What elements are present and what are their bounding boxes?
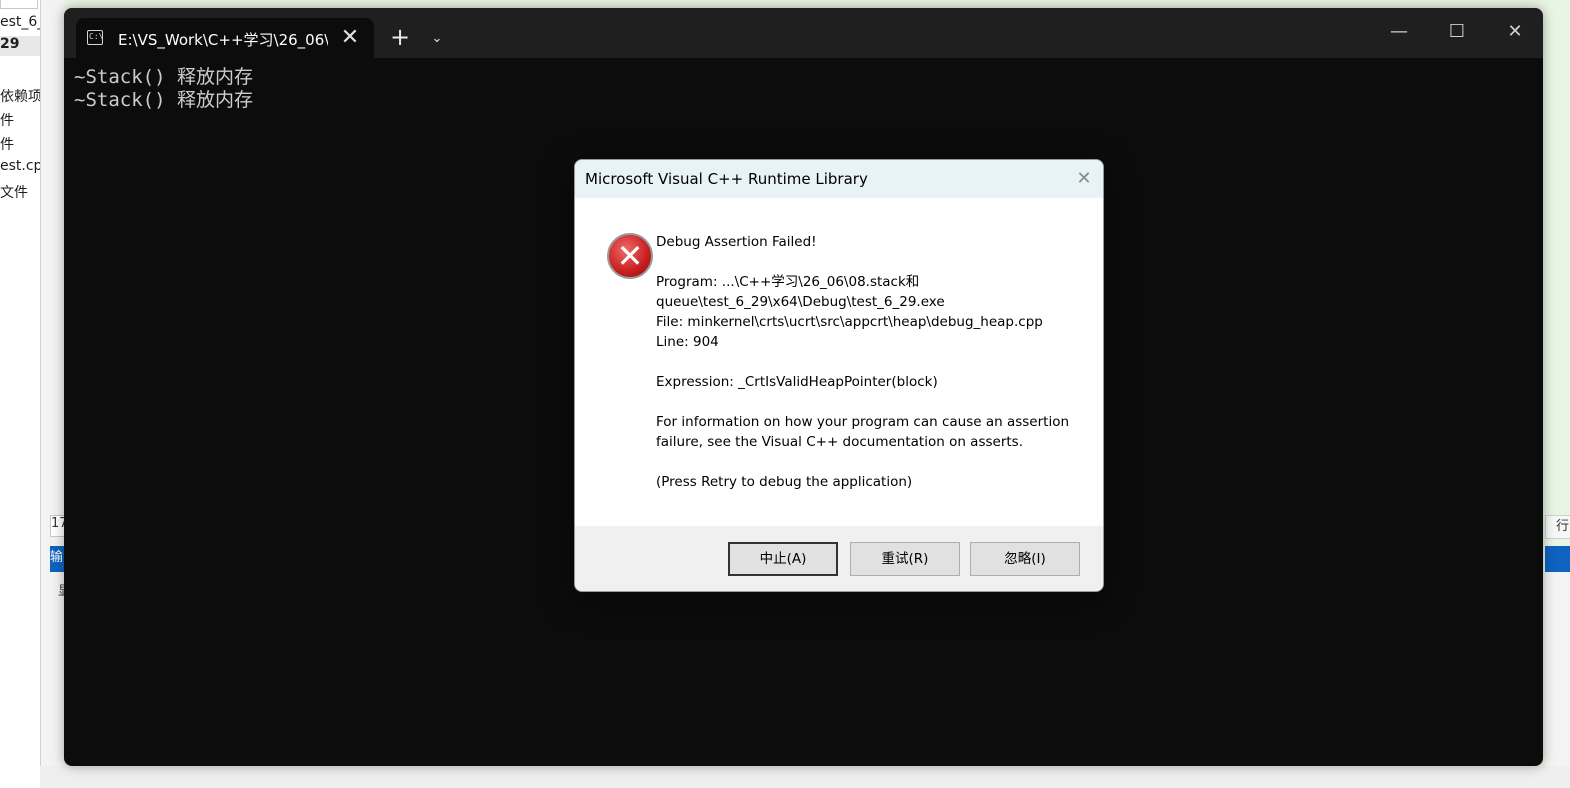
background-gutter: [41, 0, 64, 788]
message-line: Line: 904: [656, 334, 719, 350]
background-right-tab[interactable]: [1545, 546, 1570, 572]
console-icon: C:\: [87, 30, 103, 45]
background-item[interactable]: 依赖项: [0, 86, 40, 106]
background-item[interactable]: 件: [0, 134, 40, 154]
terminal-tab[interactable]: C:\ E:\VS_Work\C++学习\26_06\0 ✕: [76, 18, 374, 58]
message-expression: Expression: _CrtIsValidHeapPointer(block…: [656, 374, 938, 390]
background-item[interactable]: 文件: [0, 182, 40, 202]
tab-close-icon[interactable]: ✕: [338, 25, 362, 49]
message-info-cont: failure, see the Visual C++ documentatio…: [656, 434, 1023, 450]
close-window-button[interactable]: ✕: [1486, 8, 1543, 56]
error-icon: ✕: [607, 233, 653, 279]
message-retry-hint: (Press Retry to debug the application): [656, 474, 913, 490]
chevron-down-icon[interactable]: ⌄: [424, 26, 450, 52]
assertion-dialog: Microsoft Visual C++ Runtime Library ✕ ✕…: [574, 159, 1104, 592]
console-icon-glyph: C:\: [89, 32, 104, 41]
message-file: File: minkernel\crts\ucrt\src\appcrt\hea…: [656, 314, 1043, 330]
dialog-message: Debug Assertion Failed! Program: ...\C++…: [656, 232, 1086, 492]
ignore-button[interactable]: 忽略(I): [970, 542, 1080, 576]
background-item-selected[interactable]: 29: [0, 36, 40, 56]
retry-button[interactable]: 重试(R): [850, 542, 960, 576]
background-search-box: [0, 0, 38, 9]
background-output-tab[interactable]: 输: [50, 546, 64, 572]
background-solution-explorer: est_6_ 29 依赖项 件 件 est.cp 文件: [0, 0, 41, 788]
console-output[interactable]: ~Stack() 释放内存 ~Stack() 释放内存: [74, 66, 253, 112]
message-heading: Debug Assertion Failed!: [656, 234, 817, 250]
background-item[interactable]: 件: [0, 110, 40, 130]
message-program-cont: queue\test_6_29\x64\Debug\test_6_29.exe: [656, 294, 945, 310]
tab-title: E:\VS_Work\C++学习\26_06\0: [118, 31, 328, 49]
background-right-label: 行: [1545, 515, 1570, 539]
terminal-titlebar[interactable]: C:\ E:\VS_Work\C++学习\26_06\0 ✕ + ⌄ — ☐ ✕: [64, 8, 1543, 58]
error-icon-glyph: ✕: [616, 237, 644, 275]
background-item[interactable]: est_6_: [0, 14, 40, 30]
maximize-button[interactable]: ☐: [1428, 8, 1486, 56]
message-program: Program: ...\C++学习\26_06\08.stack和: [656, 274, 920, 290]
abort-button[interactable]: 中止(A): [728, 542, 838, 576]
minimize-button[interactable]: —: [1370, 8, 1428, 56]
new-tab-button[interactable]: +: [386, 24, 414, 52]
background-right-panel: [1545, 572, 1570, 788]
background-bottom-bar: [40, 766, 1570, 788]
dialog-title: Microsoft Visual C++ Runtime Library: [585, 170, 868, 188]
console-line: ~Stack() 释放内存: [74, 89, 253, 111]
background-item[interactable]: est.cp: [0, 158, 40, 174]
message-info: For information on how your program can …: [656, 414, 1070, 430]
console-line: ~Stack() 释放内存: [74, 66, 253, 88]
dialog-titlebar[interactable]: Microsoft Visual C++ Runtime Library ✕: [575, 160, 1103, 198]
dialog-close-icon[interactable]: ✕: [1071, 166, 1097, 192]
